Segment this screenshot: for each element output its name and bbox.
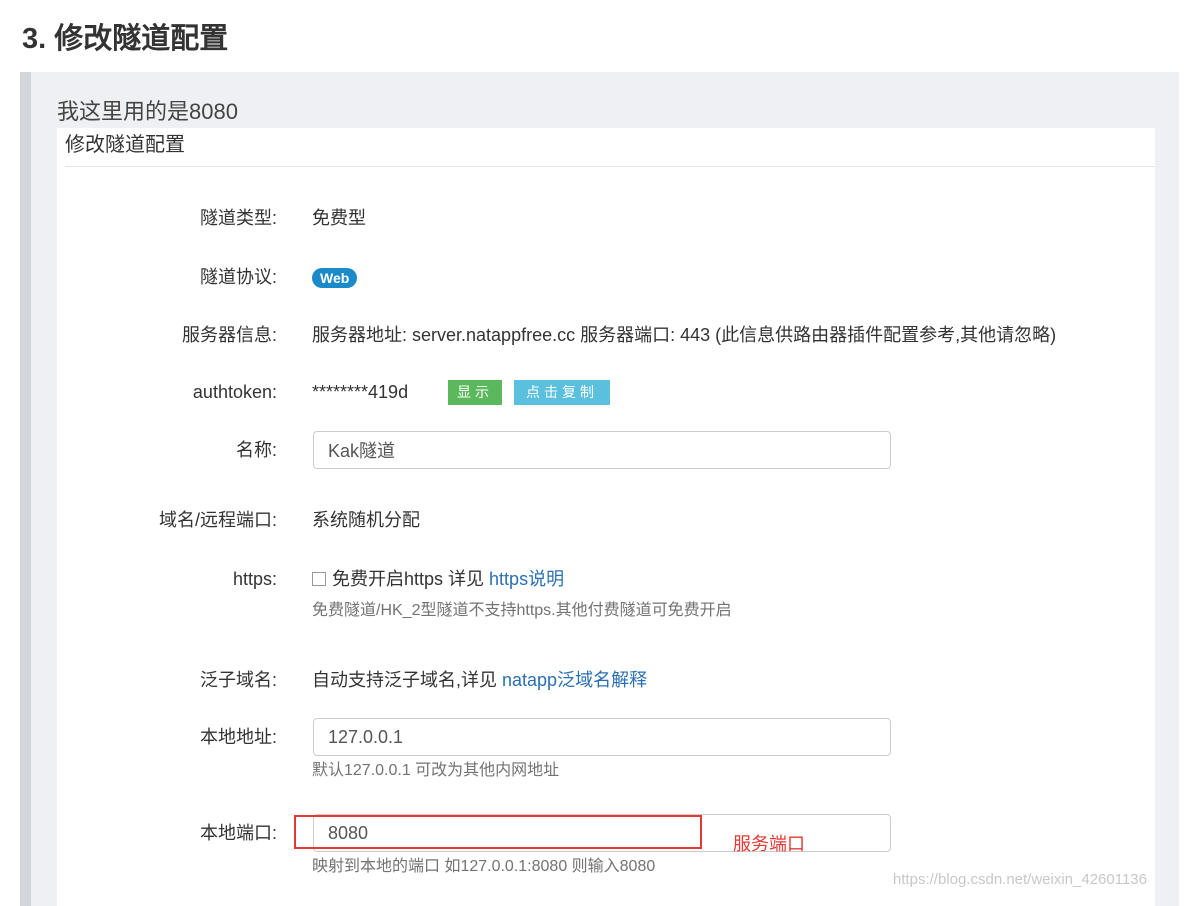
name-input[interactable] (313, 431, 891, 469)
local-address-label: 本地地址: (199, 727, 277, 747)
https-checkbox-text: 免费开启https 详见 (332, 569, 485, 589)
wildcard-docs-link[interactable]: natapp泛域名解释 (502, 670, 647, 690)
server-info-value: 服务器地址: server.natappfree.cc 服务器端口: 443 (… (312, 325, 1057, 345)
authtoken-value: ********419d (312, 382, 409, 402)
protocol-value: Web (312, 264, 358, 290)
panel-title: 修改隧道配置 (65, 134, 185, 156)
show-token-button[interactable]: 显示 (448, 380, 502, 405)
domain-label: 域名/远程端口: (158, 510, 277, 530)
wildcard-text: 自动支持泛子域名,详见 (312, 670, 497, 690)
service-port-annotation: 服务端口 (733, 834, 805, 854)
section-heading: 3. 修改隧道配置 (22, 23, 229, 55)
copy-token-button[interactable]: 点击复制 (514, 380, 610, 405)
blockquote: 我这里用的是8080 修改隧道配置 隧道类型: 免费型 隧道协议: Web 服务… (20, 72, 1179, 906)
tunnel-type-label: 隧道类型: (199, 208, 277, 228)
local-port-label: 本地端口: (199, 823, 277, 843)
wildcard-label: 泛子域名: (199, 670, 277, 690)
https-label: https: (232, 569, 277, 589)
web-badge: Web (312, 268, 358, 288)
protocol-label: 隧道协议: (199, 267, 277, 287)
https-docs-link[interactable]: https说明 (489, 569, 564, 589)
quote-text: 我这里用的是8080 (57, 99, 238, 124)
local-port-help: 映射到本地的端口 如127.0.0.1:8080 则输入8080 (312, 858, 656, 875)
local-address-input[interactable] (313, 718, 891, 756)
domain-value: 系统随机分配 (312, 510, 420, 530)
local-address-help: 默认127.0.0.1 可改为其他内网地址 (312, 762, 560, 779)
port-highlight-box (294, 815, 702, 849)
authtoken-label: authtoken: (192, 382, 277, 402)
server-info-label: 服务器信息: (181, 325, 277, 345)
tunnel-config-panel: 修改隧道配置 隧道类型: 免费型 隧道协议: Web 服务器信息: 服务器地址:… (57, 128, 1155, 906)
name-label: 名称: (235, 440, 277, 460)
wildcard-value: 自动支持泛子域名,详见 natapp泛域名解释 (312, 667, 647, 693)
https-help-text: 免费隧道/HK_2型隧道不支持https.其他付费隧道可免费开启 (312, 602, 732, 619)
https-option: 免费开启https 详见 https说明 (312, 566, 564, 592)
tunnel-type-value: 免费型 (312, 208, 366, 228)
panel-divider (65, 166, 1155, 167)
watermark: https://blog.csdn.net/weixin_42601136 (892, 871, 1147, 888)
https-checkbox[interactable] (312, 572, 326, 586)
